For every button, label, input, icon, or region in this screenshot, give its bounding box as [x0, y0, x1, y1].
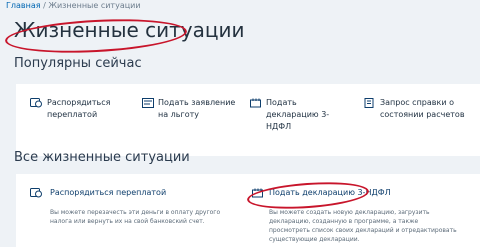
- popular-item-declaration[interactable]: Подать декларацию 3-НДФЛ: [250, 97, 350, 133]
- popular-item-label: Запрос справки о состоянии расчетов: [380, 98, 465, 119]
- breadcrumb-home-link[interactable]: Главная: [6, 1, 41, 10]
- popular-item-certificate[interactable]: Запрос справки о состоянии расчетов: [364, 97, 476, 121]
- breadcrumb: Главная / Жизненные ситуации: [6, 1, 141, 10]
- popular-item-label: Подать декларацию 3-НДФЛ: [266, 98, 330, 131]
- all-situations-panel: Распорядиться переплатой Вы можете перез…: [16, 174, 480, 247]
- card-title[interactable]: Распорядиться переплатой: [50, 188, 166, 197]
- breadcrumb-current: Жизненные ситуации: [48, 1, 141, 10]
- declaration-icon: [250, 98, 261, 108]
- popular-item-label: Подать заявление на льготу: [158, 98, 236, 119]
- popular-panel: Распорядиться переплатой Подать заявлени…: [16, 84, 480, 156]
- breadcrumb-separator: /: [43, 1, 46, 10]
- popular-heading: Популярны сейчас: [14, 56, 142, 71]
- card-description: Вы можете создать новую декларацию, загр…: [269, 209, 457, 243]
- all-situations-heading: Все жизненные ситуации: [14, 150, 190, 165]
- coin-icon: [30, 98, 42, 108]
- popular-item-label: Распорядиться переплатой: [47, 98, 111, 119]
- card-overpayment[interactable]: Распорядиться переплатой Вы можете перез…: [30, 184, 236, 244]
- popular-item-benefit[interactable]: Подать заявление на льготу: [142, 97, 240, 121]
- card-description: Вы можете перезачесть эти деньги в оплат…: [50, 209, 221, 225]
- coin-icon: [30, 188, 42, 198]
- popular-item-overpayment[interactable]: Распорядиться переплатой: [30, 97, 126, 121]
- document-icon: [142, 98, 154, 108]
- certificate-icon: [364, 98, 374, 108]
